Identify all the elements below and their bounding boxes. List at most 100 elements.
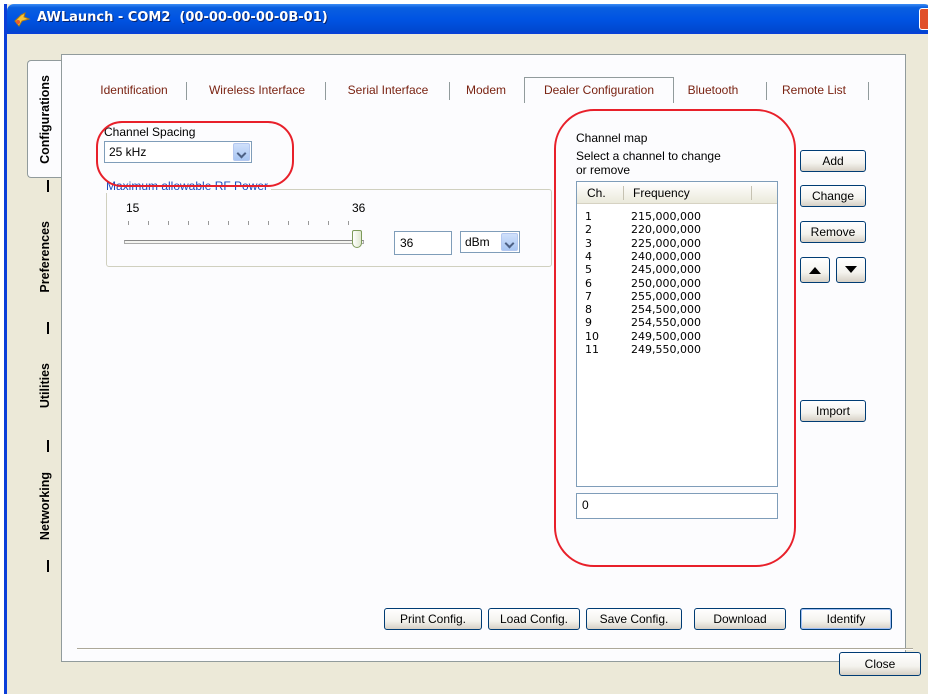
channel-spacing-label: Channel Spacing xyxy=(104,125,196,139)
tab-wireless-interface[interactable]: Wireless Interface xyxy=(200,79,314,103)
channel-list-header: Ch. Frequency xyxy=(577,182,777,204)
close-window-icon[interactable] xyxy=(919,8,928,30)
import-button[interactable]: Import xyxy=(800,400,866,422)
tab-identification[interactable]: Identification xyxy=(94,79,174,103)
app-window: AWLaunch - COM2 (00-00-00-00-0B-01) Conf… xyxy=(4,4,928,694)
channel-number: 1 xyxy=(585,210,592,223)
channel-number: 6 xyxy=(585,276,592,290)
move-up-button[interactable] xyxy=(800,257,830,283)
load-config-button[interactable]: Load Config. xyxy=(488,608,580,630)
side-tab-strip: Configurations Preferences Utilities Net… xyxy=(17,60,63,660)
tab-remote-list[interactable]: Remote List xyxy=(778,79,850,103)
channel-frequency: 255,000,000 xyxy=(631,289,701,303)
close-button[interactable]: Close xyxy=(839,652,921,676)
table-row[interactable]: 7 255,000,000 xyxy=(577,290,777,304)
table-row[interactable]: 2 220,000,000 xyxy=(577,223,777,237)
channel-number: 9 xyxy=(585,316,592,330)
rf-power-label: Maximum allowable RF Power xyxy=(106,179,272,193)
side-tab-divider xyxy=(47,322,49,334)
title-bar[interactable]: AWLaunch - COM2 (00-00-00-00-0B-01) xyxy=(7,4,928,34)
app-icon xyxy=(14,12,31,27)
save-config-button[interactable]: Save Config. xyxy=(586,608,682,630)
table-row[interactable]: 1 215,000,000 xyxy=(577,210,777,224)
channel-frequency: 254,550,000 xyxy=(631,316,701,330)
channel-frequency: 249,550,000 xyxy=(631,343,701,356)
column-divider xyxy=(623,186,624,200)
channel-map-instruction: Select a channel to change xyxy=(576,149,721,163)
rf-power-unit-value: dBm xyxy=(465,235,490,249)
table-row[interactable]: 3 225,000,000 xyxy=(577,237,777,251)
column-header-frequency[interactable]: Frequency xyxy=(633,186,690,200)
tab-divider xyxy=(325,82,326,100)
table-row[interactable]: 6 250,000,000 xyxy=(577,277,777,291)
side-tab-label: Preferences xyxy=(38,221,52,293)
configurations-panel: Identification Wireless Interface Serial… xyxy=(61,54,906,662)
side-tab-divider xyxy=(47,560,49,572)
identify-button[interactable]: Identify xyxy=(800,608,892,630)
channel-frequency: 225,000,000 xyxy=(631,236,701,250)
chevron-down-icon[interactable] xyxy=(501,233,518,251)
print-config-button[interactable]: Print Config. xyxy=(384,608,482,630)
side-tab-preferences[interactable]: Preferences xyxy=(31,192,59,322)
channel-spacing-value: 25 kHz xyxy=(109,145,147,159)
side-tab-label: Utilities xyxy=(38,363,52,409)
rf-power-unit-select[interactable]: dBm xyxy=(460,231,520,253)
move-down-button[interactable] xyxy=(836,257,866,283)
channel-frequency: 215,000,000 xyxy=(631,210,701,223)
channel-number: 3 xyxy=(585,236,592,250)
tab-divider xyxy=(868,82,869,100)
side-tab-utilities[interactable]: Utilities xyxy=(31,336,59,436)
change-button[interactable]: Change xyxy=(800,185,866,207)
channel-list[interactable]: Ch. Frequency 1 215,000,000 2 220,000,000 3 2… xyxy=(576,181,778,487)
channel-number: 8 xyxy=(585,303,592,317)
side-tab-networking[interactable]: Networking xyxy=(31,452,59,560)
channel-entry-field[interactable]: 0 xyxy=(576,493,778,519)
channel-number: 7 xyxy=(585,289,592,303)
side-tab-configurations[interactable]: Configurations xyxy=(27,60,61,178)
column-header-channel[interactable]: Ch. xyxy=(587,186,606,200)
side-tab-label: Configurations xyxy=(37,74,52,164)
tab-divider xyxy=(186,82,187,100)
table-row[interactable]: 5 245,000,000 xyxy=(577,263,777,277)
table-row[interactable]: 8 254,500,000 xyxy=(577,303,777,317)
channel-map-instruction-2: or remove xyxy=(576,163,631,177)
channel-frequency: 245,000,000 xyxy=(631,263,701,277)
channel-map-title: Channel map xyxy=(576,131,648,145)
channel-number: 2 xyxy=(585,223,592,237)
channel-frequency: 240,000,000 xyxy=(631,249,701,263)
channel-number: 4 xyxy=(585,249,592,263)
add-button[interactable]: Add xyxy=(800,150,866,172)
table-row[interactable]: 10 249,500,000 xyxy=(577,330,777,344)
rf-power-slider-thumb[interactable] xyxy=(352,230,362,248)
rf-power-min-label: 15 xyxy=(126,201,140,215)
tab-divider xyxy=(449,82,450,100)
window-title: AWLaunch - COM2 (00-00-00-00-0B-01) xyxy=(37,10,328,25)
channel-frequency: 249,500,000 xyxy=(631,329,701,343)
side-tab-divider xyxy=(47,180,49,192)
table-row[interactable]: 9 254,550,000 xyxy=(577,316,777,330)
channel-number: 5 xyxy=(585,263,592,277)
tab-bluetooth[interactable]: Bluetooth xyxy=(680,79,746,103)
rf-power-max-label: 36 xyxy=(352,201,366,215)
tab-modem[interactable]: Modem xyxy=(460,79,512,103)
tab-active-frame xyxy=(524,77,674,103)
table-row[interactable]: 4 240,000,000 xyxy=(577,250,777,264)
table-row[interactable]: 11 249,550,000 xyxy=(577,343,777,357)
channel-spacing-select[interactable]: 25 kHz xyxy=(104,141,252,163)
channel-frequency: 250,000,000 xyxy=(631,276,701,290)
chevron-down-icon[interactable] xyxy=(233,143,250,161)
column-divider xyxy=(751,186,752,200)
tab-divider xyxy=(766,82,767,100)
download-button[interactable]: Download xyxy=(694,608,786,630)
client-area: Configurations Preferences Utilities Net… xyxy=(7,34,928,694)
triangle-up-icon xyxy=(809,267,821,274)
side-tab-label: Networking xyxy=(38,471,52,541)
rf-power-group xyxy=(106,189,552,267)
slider-ticks xyxy=(128,221,360,225)
remove-button[interactable]: Remove xyxy=(800,221,866,243)
footer-separator xyxy=(77,648,913,650)
rf-power-slider-track[interactable] xyxy=(124,240,364,244)
rf-power-value-field[interactable]: 36 xyxy=(394,231,452,255)
tab-serial-interface[interactable]: Serial Interface xyxy=(340,79,436,103)
side-tab-divider xyxy=(47,440,49,452)
